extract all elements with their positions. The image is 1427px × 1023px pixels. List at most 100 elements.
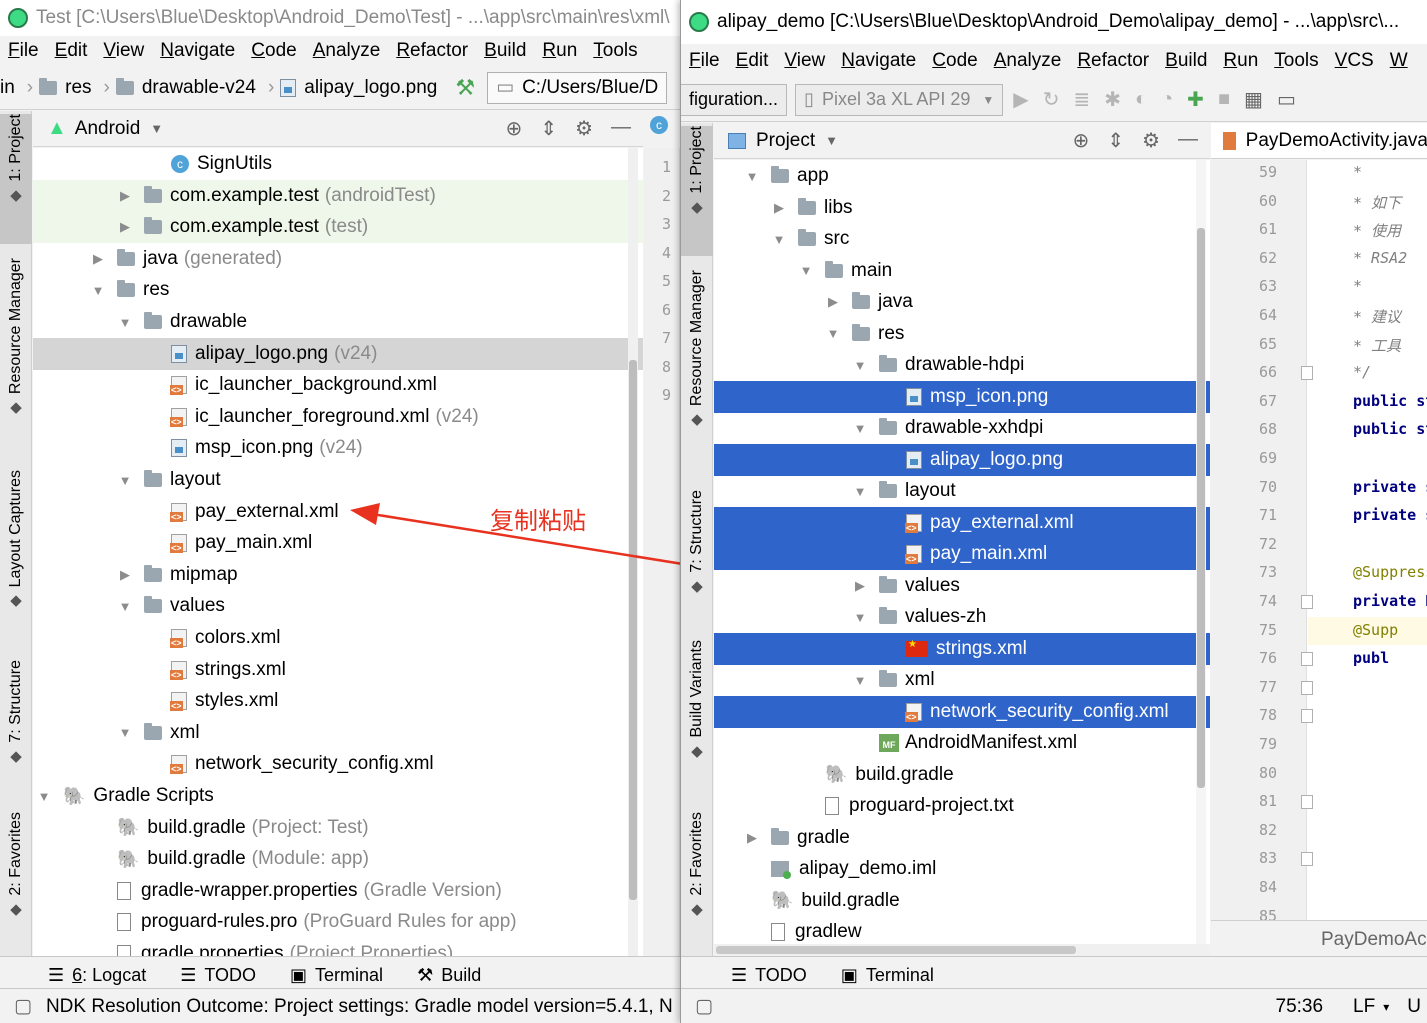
expand-arrow-icon[interactable]: ▼ bbox=[118, 725, 132, 740]
code-line[interactable]: * bbox=[1353, 163, 1362, 181]
menu-item[interactable]: Refactor bbox=[388, 36, 476, 66]
tree-item[interactable]: 🐘 build.gradle (Project: Test) bbox=[33, 812, 643, 844]
editor-tab[interactable]: PayDemoActivity.java bbox=[1211, 123, 1427, 159]
tree-item[interactable]: ▼ src bbox=[714, 223, 1210, 255]
scrollbar-thumb[interactable] bbox=[1197, 228, 1205, 788]
expand-arrow-icon[interactable]: ▼ bbox=[826, 326, 840, 341]
tree-item[interactable]: ▼ app bbox=[714, 160, 1210, 192]
minimize-icon[interactable]: — bbox=[611, 116, 631, 141]
tree-item[interactable]: ▶ java bbox=[714, 286, 1210, 318]
collapse-arrow-icon[interactable]: ▶ bbox=[118, 188, 132, 204]
collapse-all-icon[interactable]: ⇕ bbox=[1107, 128, 1124, 153]
gear-icon[interactable]: ⚙ bbox=[1142, 128, 1160, 153]
menu-item[interactable]: Refactor bbox=[1069, 44, 1157, 78]
expand-arrow-icon[interactable]: ▼ bbox=[799, 263, 813, 278]
tree-item[interactable]: pay_main.xml bbox=[714, 538, 1210, 570]
code-line[interactable]: public st bbox=[1353, 420, 1427, 438]
avd-manager-icon[interactable]: ▭ bbox=[1277, 87, 1296, 112]
fold-marker-icon[interactable] bbox=[1301, 852, 1313, 867]
tree-item[interactable]: network_security_config.xml bbox=[714, 695, 1210, 728]
menu-item[interactable]: Navigate bbox=[152, 36, 243, 66]
code-line[interactable]: public st bbox=[1353, 392, 1427, 410]
breadcrumb-item[interactable]: drawable-v24 bbox=[115, 77, 256, 99]
tree-item[interactable]: ▶ libs bbox=[714, 192, 1210, 224]
expand-arrow-icon[interactable]: ▼ bbox=[853, 610, 867, 625]
code-line[interactable]: * bbox=[1353, 277, 1362, 295]
view-selector[interactable]: Android bbox=[75, 118, 141, 140]
tree-item[interactable]: strings.xml bbox=[33, 654, 643, 686]
tree-item[interactable]: ▼ drawable-hdpi bbox=[714, 349, 1210, 381]
tree-item[interactable]: ▼ res bbox=[714, 318, 1210, 350]
tree-item[interactable]: ▶ com.example.test (test) bbox=[33, 211, 643, 244]
menu-item[interactable]: Edit bbox=[47, 36, 96, 66]
menu-item[interactable]: Code bbox=[924, 44, 985, 78]
tree-item[interactable]: ▼ xml bbox=[714, 664, 1210, 696]
project-structure-icon[interactable]: ▦ bbox=[1244, 87, 1263, 112]
tree-item[interactable]: ▶ values bbox=[714, 570, 1210, 602]
collapse-arrow-icon[interactable]: ▶ bbox=[826, 294, 840, 310]
side-tab-layout-captures[interactable]: Layout Captures ◆ bbox=[0, 470, 32, 635]
tree-item[interactable]: 🐘 build.gradle (Module: app) bbox=[33, 843, 643, 875]
code-line[interactable]: * 使用 bbox=[1353, 220, 1401, 241]
collapse-arrow-icon[interactable]: ▶ bbox=[118, 219, 132, 235]
todo-tab[interactable]: ☰ TODO bbox=[180, 965, 256, 986]
chevron-down-icon[interactable]: ▼ bbox=[825, 133, 838, 148]
tree-item[interactable]: msp_icon.png (v24) bbox=[33, 432, 643, 464]
menu-item[interactable]: Navigate bbox=[833, 44, 924, 78]
build-tab[interactable]: ⚒ Build bbox=[417, 965, 481, 986]
tree-item[interactable]: gradle-wrapper.properties (Gradle Version… bbox=[33, 875, 643, 907]
expand-arrow-icon[interactable]: ▼ bbox=[91, 283, 105, 298]
stop-icon[interactable]: ■ bbox=[1218, 88, 1230, 111]
apply-changes-icon[interactable]: ↻ bbox=[1043, 87, 1060, 112]
fold-marker-icon[interactable] bbox=[1301, 709, 1313, 724]
tree-item[interactable]: styles.xml bbox=[33, 685, 643, 717]
code-line[interactable]: * 建议 bbox=[1353, 306, 1401, 327]
tree-item[interactable]: ▶ gradle bbox=[714, 822, 1210, 854]
fold-marker-icon[interactable] bbox=[1301, 366, 1313, 381]
menu-item[interactable]: W bbox=[1382, 44, 1416, 78]
side-tab-favorites[interactable]: 2: Favorites ◆ bbox=[681, 812, 713, 937]
code-line[interactable]: * 工具 bbox=[1353, 335, 1401, 356]
file-encoding[interactable]: U bbox=[1407, 996, 1421, 1018]
menu-item[interactable]: File bbox=[0, 36, 47, 66]
tree-item[interactable]: ▼ res bbox=[33, 274, 643, 306]
expand-arrow-icon[interactable]: ▼ bbox=[745, 169, 759, 184]
breadcrumb-item[interactable]: res bbox=[39, 77, 92, 99]
tree-item[interactable]: ▼ layout bbox=[33, 464, 643, 496]
expand-arrow-icon[interactable]: ▼ bbox=[37, 789, 51, 804]
expand-arrow-icon[interactable]: ▼ bbox=[853, 673, 867, 688]
code-line[interactable]: */ bbox=[1353, 363, 1371, 381]
tree-item[interactable]: ▼ drawable-xxhdpi bbox=[714, 412, 1210, 444]
tree-item[interactable]: gradle.properties (Project Properties) bbox=[33, 938, 643, 956]
run-configuration-select[interactable]: figuration... bbox=[681, 83, 788, 116]
menu-item[interactable]: VCS bbox=[1327, 44, 1382, 78]
collapse-arrow-icon[interactable]: ▶ bbox=[772, 200, 786, 216]
code-line[interactable]: private s bbox=[1353, 478, 1427, 496]
side-tab-structure[interactable]: 7: Structure ◆ bbox=[681, 490, 713, 620]
tree-item[interactable]: alipay_demo.iml bbox=[714, 853, 1210, 885]
collapse-arrow-icon[interactable]: ▶ bbox=[118, 567, 132, 583]
side-tab-build-variants[interactable]: Build Variants ◆ bbox=[681, 640, 713, 800]
todo-tab[interactable]: ☰ TODO bbox=[731, 965, 807, 986]
expand-arrow-icon[interactable]: ▼ bbox=[118, 473, 132, 488]
expand-arrow-icon[interactable]: ▼ bbox=[118, 315, 132, 330]
attach-debugger-icon[interactable]: ◔ bbox=[1161, 88, 1173, 111]
tree-item[interactable]: ▶ mipmap bbox=[33, 559, 643, 591]
menu-item[interactable]: Build bbox=[1157, 44, 1215, 78]
hscrollbar-thumb[interactable] bbox=[716, 946, 1076, 954]
collapse-all-icon[interactable]: ⇕ bbox=[540, 116, 557, 141]
tree-item[interactable]: ▼ values bbox=[33, 590, 643, 622]
code-line[interactable]: * RSA2 bbox=[1353, 249, 1407, 267]
line-separator[interactable]: LF bbox=[1353, 996, 1375, 1018]
toggle-tool-windows-icon[interactable]: ▢ bbox=[695, 995, 713, 1018]
tree-scrollbar[interactable] bbox=[1196, 160, 1206, 944]
expand-arrow-icon[interactable]: ▼ bbox=[118, 599, 132, 614]
tree-item[interactable]: c SignUtils bbox=[33, 148, 643, 180]
expand-arrow-icon[interactable]: ▼ bbox=[853, 358, 867, 373]
device-select[interactable]: ▯ Pixel 3a XL API 29 ▼ bbox=[795, 83, 1004, 116]
side-tab-structure[interactable]: 7: Structure ◆ bbox=[0, 660, 32, 790]
code-line[interactable]: private s bbox=[1353, 506, 1427, 524]
tree-item[interactable]: gradlew bbox=[714, 916, 1210, 944]
tree-item[interactable]: ▼ xml bbox=[33, 717, 643, 749]
menu-item[interactable]: Build bbox=[476, 36, 534, 66]
